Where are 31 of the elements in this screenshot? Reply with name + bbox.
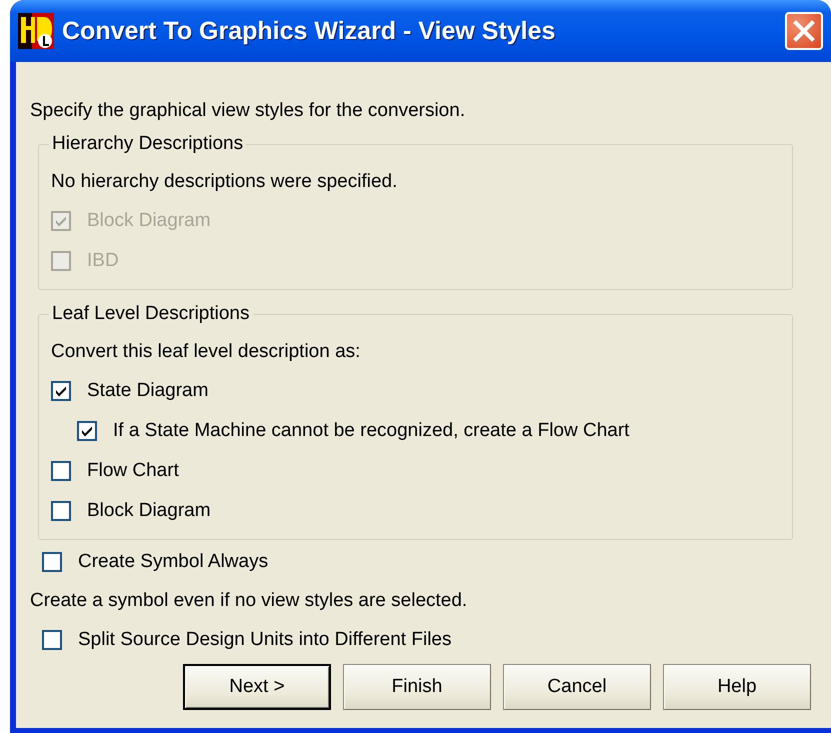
check-icon (54, 214, 68, 228)
description-text: Create a symbol even if no view styles are selected. (30, 589, 468, 613)
group-title: Hierarchy Descriptions (49, 133, 246, 155)
wizard-button[interactable]: Help (663, 664, 811, 710)
checkbox-label: Block Diagram (87, 500, 211, 522)
checkbox-label: State Diagram (87, 380, 208, 402)
checkbox-label: IBD (87, 250, 119, 272)
wizard-button[interactable]: Finish (343, 664, 491, 710)
wizard-button[interactable]: Next > (183, 664, 331, 710)
checkbox-label: If a State Machine cannot be recognized, create a Flow Chart (113, 420, 630, 442)
checkbox[interactable] (51, 381, 71, 401)
checkbox[interactable] (42, 630, 62, 650)
check-icon (54, 384, 68, 398)
description-text: Convert this leaf level description as: (51, 340, 362, 364)
check-icon (80, 424, 94, 438)
close-button[interactable] (785, 12, 823, 50)
group-title: Leaf Level Descriptions (49, 303, 252, 325)
checkbox-label: Block Diagram (87, 210, 211, 232)
description-text: No hierarchy descriptions were specified. (51, 170, 398, 194)
instruction-text: Specify the graphical view styles for the conversion. (30, 100, 466, 122)
close-icon (793, 20, 815, 42)
checkbox-label: Create Symbol Always (78, 551, 268, 573)
app-icon (18, 13, 54, 49)
checkbox[interactable] (77, 421, 97, 441)
wizard-button[interactable]: Cancel (503, 664, 651, 710)
checkbox-label: Split Source Design Units into Different Files (78, 629, 452, 651)
checkbox[interactable] (51, 461, 71, 481)
window-title: Convert To Graphics Wizard - View Styles (62, 16, 556, 46)
checkbox[interactable] (42, 552, 62, 572)
checkbox-label: Flow Chart (87, 460, 179, 482)
checkbox[interactable] (51, 501, 71, 521)
